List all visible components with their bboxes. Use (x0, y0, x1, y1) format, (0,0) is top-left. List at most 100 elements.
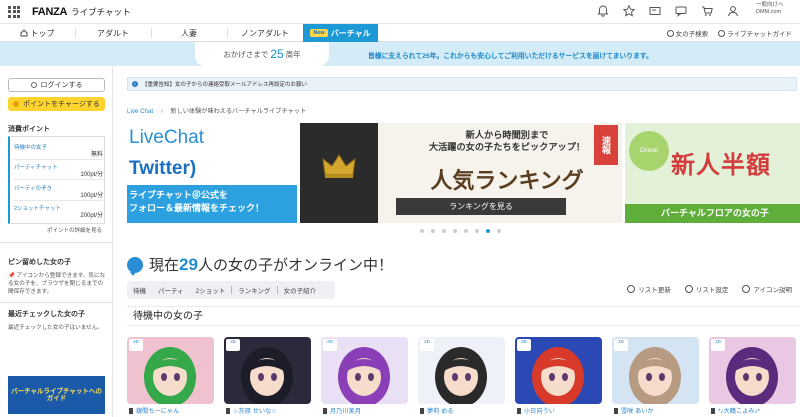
tab-nonadult-label: ノンアダルト (241, 28, 289, 38)
guide-label: ライブチャットガイド (727, 31, 792, 38)
important-notice[interactable]: i 【重要告知】 女の子からの連絡受取メールアドレス再設定のお願い (127, 77, 797, 91)
girl-card[interactable]: 3D ☆灰原 せいな☆ (224, 337, 311, 417)
girl-avatar-image[interactable]: 3D (515, 337, 602, 404)
points-table: 待機中の女子 無料 パーティチャット 100pt/分 パーティのぞき 100pt/分 … (8, 136, 105, 224)
cart-icon[interactable] (700, 4, 714, 18)
filter-party[interactable]: パーティ (152, 285, 190, 295)
dimension-badge: 3D (517, 339, 531, 351)
breadcrumb: Live Chat / 新しい体験が味わえるバーチャルライブチャット (127, 108, 307, 115)
icon-help-button[interactable]: アイコン説明 (742, 284, 792, 294)
girl-name-text: *♪大鶴こよみ♪* (718, 408, 760, 415)
carousel-dot[interactable] (442, 229, 446, 233)
point-value: 100pt/分 (80, 172, 103, 178)
points-card-icon[interactable] (648, 4, 662, 18)
filter-waiting[interactable]: 待機 (127, 285, 152, 295)
ranking-banner-text: 新人から時間別まで 大活躍の女の子たちをピックアップ！ (428, 130, 586, 152)
question-icon (742, 285, 751, 293)
virtual-guide-banner[interactable]: バーチャルライブチャットへのガイド (8, 376, 105, 414)
tab-nonadult[interactable]: ノンアダルト (228, 24, 302, 42)
girl-name-text: 小日向うい (524, 408, 555, 415)
tab-top[interactable]: トップ (0, 24, 74, 42)
user-icon[interactable] (726, 4, 740, 18)
login-button[interactable]: ログインする (8, 78, 105, 92)
carousel-dot[interactable] (464, 229, 468, 233)
girl-avatar-image[interactable]: 2D (418, 337, 505, 404)
tab-adult[interactable]: アダルト (76, 24, 150, 42)
girl-card[interactable]: 2D 夢莉 める (418, 337, 505, 417)
girl-card[interactable]: 2D 月乃川美月 (321, 337, 408, 417)
phone-icon (226, 408, 230, 414)
logo-subtitle[interactable]: ライブチャット (71, 6, 130, 18)
filter-twoshot[interactable]: 2ショット (190, 285, 232, 295)
girl-avatar-image[interactable]: 2D (709, 337, 796, 404)
pinned-description: 📌 アイコンから登録できます。気になる女の子を、ブラウザを閉じるまでの間保存でき… (8, 273, 106, 295)
filter-ranking[interactable]: ランキング (232, 285, 276, 295)
ranking-view-button[interactable]: ランキングを見る (396, 198, 566, 215)
dimension-badge: 2D (711, 339, 725, 351)
phone-icon (711, 408, 715, 414)
speech-bubble-icon (127, 256, 143, 276)
girl-name[interactable]: *♪大鶴こよみ♪* (711, 406, 760, 415)
chat-icon[interactable] (674, 4, 688, 18)
list-settings-button[interactable]: リスト設定 (684, 284, 728, 294)
point-label: 待機中の女子 (14, 145, 48, 151)
crown-icon (322, 154, 356, 178)
online-count: 29 (179, 254, 198, 274)
breadcrumb-current: 新しい体験が味わえるバーチャルライブチャット (170, 108, 307, 115)
girl-avatar-image[interactable]: 2D (321, 337, 408, 404)
girl-card[interactable]: 3D 小日向うい (515, 337, 602, 417)
phone-icon (129, 408, 133, 414)
carousel-dot[interactable] (453, 229, 457, 233)
refresh-label: リスト更新 (638, 287, 671, 294)
filter-introduction[interactable]: 女の子紹介 (278, 285, 323, 295)
tab-hitozuma[interactable]: 人妻 (152, 24, 226, 42)
carousel-dot[interactable] (431, 229, 435, 233)
tab-virtual-label: バーチャル (330, 28, 371, 38)
tab-adult-label: アダルト (97, 28, 129, 38)
charge-points-button[interactable]: ポイントをチャージする (8, 97, 105, 111)
bell-icon[interactable] (596, 4, 610, 18)
point-label: パーティのぞき (14, 186, 53, 192)
girl-avatar-image[interactable]: 3D (224, 337, 311, 404)
girl-name[interactable]: 雪咲 あいか (614, 406, 654, 415)
newcomer-banner[interactable]: Check! 新人半額 バーチャルフロアの女の子 (625, 123, 800, 223)
guide-link[interactable]: ライブチャットガイド (718, 28, 792, 38)
girl-avatar-image[interactable]: 2D (127, 337, 214, 404)
girl-card[interactable]: 2D *♪大鶴こよみ♪* (709, 337, 796, 417)
carousel-dot[interactable] (420, 229, 424, 233)
fanza-logo[interactable]: FANZA (32, 6, 67, 18)
girl-card[interactable]: 3D 雪咲 あいか (612, 337, 699, 417)
girl-search-link[interactable]: 女の子検索 (666, 28, 708, 38)
carousel-dot[interactable] (486, 229, 490, 233)
star-icon[interactable] (622, 4, 636, 18)
anniv-years: 25 (270, 47, 284, 61)
point-label: 2ショットチャット (14, 206, 62, 212)
point-row-party-peek: パーティのぞき 100pt/分 (14, 184, 103, 199)
tab-virtual[interactable]: New バーチャル (303, 24, 378, 42)
girl-name[interactable]: 夢莉 める (420, 406, 453, 415)
account-line2: DMM.com (756, 9, 782, 15)
account-switch[interactable]: 一般向けへ DMM.com (756, 2, 796, 16)
point-value: 100pt/分 (80, 193, 103, 199)
girl-name[interactable]: 月乃川美月 (323, 406, 361, 415)
girl-name-text: 雪咲 あいか (621, 408, 654, 415)
ranking-banner[interactable]: 新人から時間別まで 大活躍の女の子たちをピックアップ！ 人気ランキング ランキン… (300, 123, 622, 223)
girl-card[interactable]: 2D 鏡間ちーにゃん (127, 337, 214, 417)
refresh-icon (627, 285, 636, 293)
carousel-dot[interactable] (475, 229, 479, 233)
waiting-section-title: 待機中の女の子 (127, 306, 800, 326)
apps-grid-icon[interactable] (8, 5, 20, 18)
points-detail-link[interactable]: ポイントの詳細を見る (47, 226, 102, 234)
girl-name[interactable]: 鏡間ちーにゃん (129, 406, 179, 415)
twitter-banner[interactable]: LiveChat Twitter) ライブチャット＠公式を フォロー＆最新情報を… (127, 123, 297, 223)
carousel-dot[interactable] (497, 229, 501, 233)
online-prefix: 現在 (149, 257, 180, 274)
girl-name[interactable]: ☆灰原 せいな☆ (226, 406, 277, 415)
breadcrumb-home[interactable]: Live Chat (127, 108, 153, 115)
tab-hitozuma-label: 人妻 (181, 28, 197, 38)
girl-name[interactable]: 小日向うい (517, 406, 555, 415)
girl-avatar-image[interactable]: 3D (612, 337, 699, 404)
point-row-party: パーティチャット 100pt/分 (14, 163, 103, 178)
new-badge: New (310, 29, 328, 37)
refresh-list-button[interactable]: リスト更新 (627, 284, 671, 294)
